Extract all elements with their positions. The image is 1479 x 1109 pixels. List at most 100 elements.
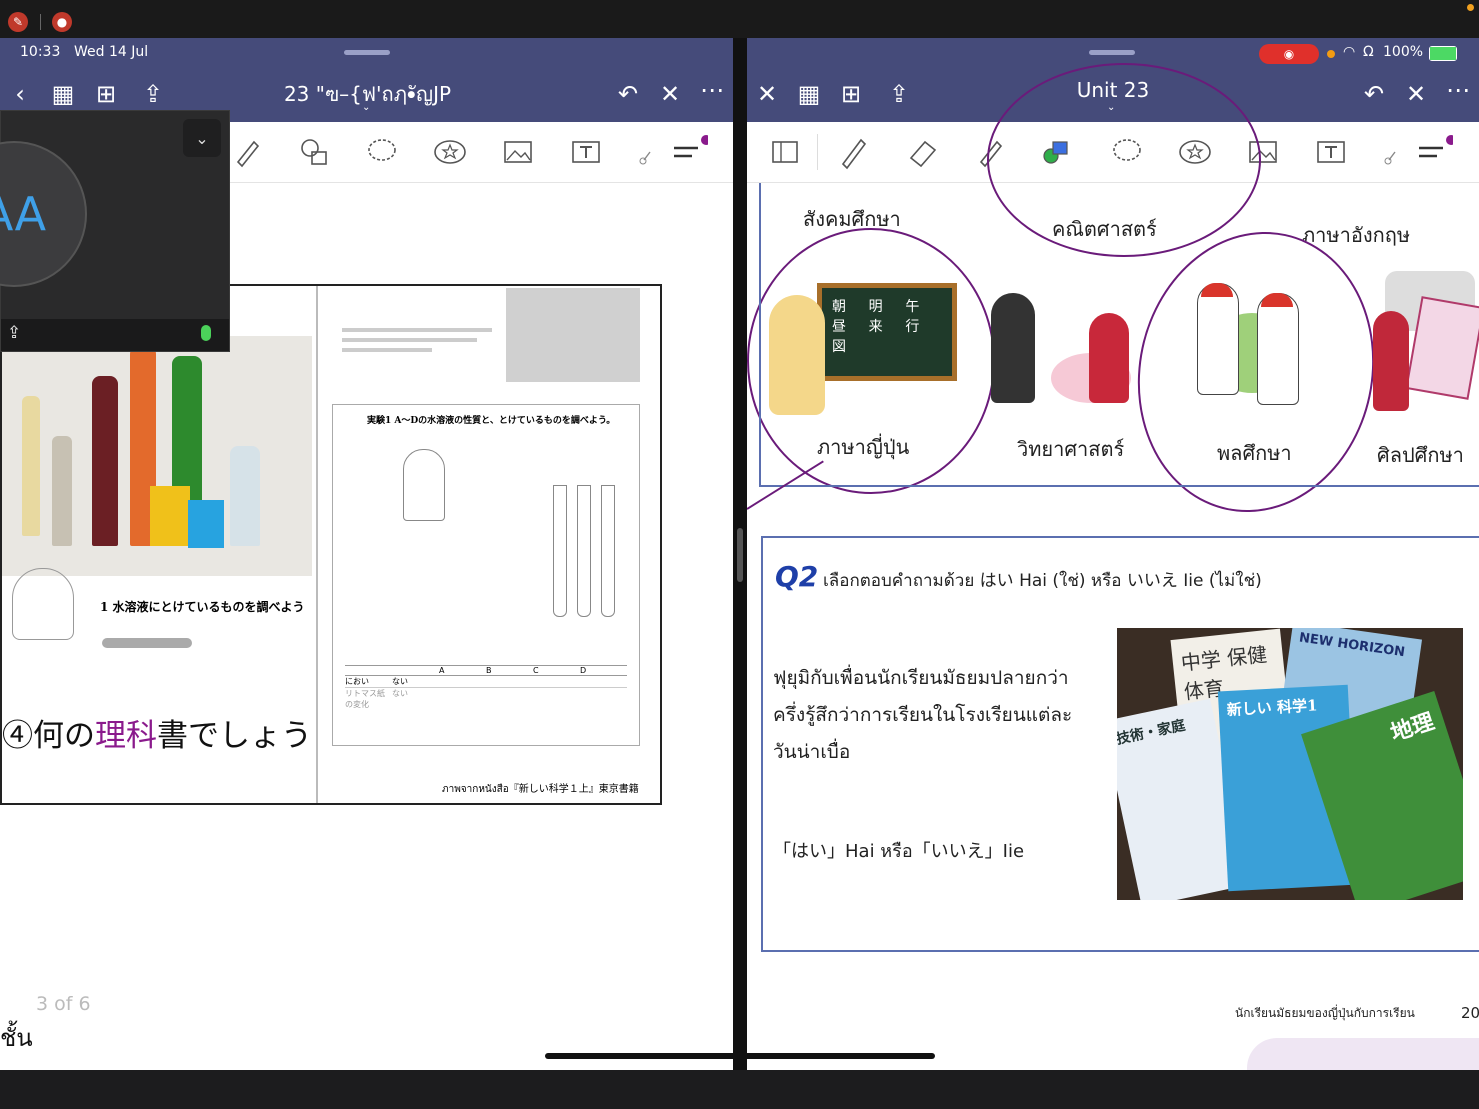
statement-line: ครึ่งรู้สึกว่าการเรียนในโรงเรียนแต่ละ bbox=[773, 704, 1073, 726]
table-header: A bbox=[439, 666, 445, 675]
close-icon[interactable]: ✕ bbox=[655, 82, 685, 106]
chevron-down-icon[interactable]: ⌄ bbox=[183, 119, 221, 157]
bottles-photo bbox=[2, 336, 312, 576]
lasso-icon[interactable] bbox=[364, 134, 400, 170]
text-tool-icon[interactable] bbox=[568, 134, 604, 170]
headphones-icon: Ω bbox=[1363, 44, 1374, 60]
section-border bbox=[759, 485, 1479, 487]
laser-pointer-icon[interactable] bbox=[1375, 134, 1411, 170]
text-tool-icon[interactable] bbox=[1313, 134, 1349, 170]
subject-label: คณิตศาสตร์ bbox=[1052, 217, 1157, 241]
table-cell: におい bbox=[345, 677, 369, 686]
table-header: D bbox=[580, 666, 587, 675]
test-tube-illustration bbox=[577, 485, 591, 617]
share-icon[interactable]: ⇪ bbox=[7, 323, 21, 343]
system-top-bar: ✎ ● bbox=[0, 0, 1479, 38]
table-header: C bbox=[533, 666, 539, 675]
chevron-down-icon[interactable]: ⌄ bbox=[362, 102, 370, 113]
image-icon[interactable] bbox=[500, 134, 536, 170]
handwritten-annotation: ④何の理科書でしょう bbox=[2, 710, 312, 755]
subject-label: ภาษาญี่ปุ่น bbox=[817, 435, 910, 459]
source-caption: ภาพจากหนังสือ『新しい科学１上』東京書籍 bbox=[442, 784, 639, 795]
experiment-box: 実験1 A〜Dの水溶液の性質と、とけているものを調べよう。 A B C D にお… bbox=[332, 404, 640, 746]
page-footer: นักเรียนมัธยมของญี่ปุ่นกับการเรียน bbox=[1235, 1006, 1415, 1020]
divider bbox=[40, 14, 41, 30]
kanji: 行 bbox=[905, 319, 920, 335]
question-statement: ฟุยุมิกับเพื่อนนักเรียนมัธยมปลายกว่า ครึ… bbox=[773, 660, 1072, 771]
status-time: 10:33 bbox=[20, 44, 61, 60]
blackboard-illustration: 朝 明 午 昼 来 行 図 bbox=[817, 283, 957, 381]
undo-icon[interactable]: ↶ bbox=[613, 82, 643, 106]
status-date: Wed 14 Jul bbox=[74, 44, 149, 60]
kanji: 昼 bbox=[832, 319, 846, 335]
answer-prompt: 「はい」Hai หรือ「いいえ」Iie bbox=[773, 841, 1025, 862]
sticker-icon[interactable] bbox=[432, 134, 468, 170]
page-counter: 3 of 6 bbox=[36, 993, 91, 1015]
toolbar-divider bbox=[817, 134, 818, 170]
table-cell: リトマス紙の変化 bbox=[345, 689, 385, 709]
table-cell: ない bbox=[392, 689, 408, 698]
add-page-icon[interactable]: ⊞ bbox=[836, 82, 866, 106]
shapes-icon[interactable] bbox=[296, 134, 332, 170]
video-controls: ⇪ bbox=[1, 319, 229, 351]
science-illustration bbox=[991, 293, 1141, 413]
battery-percent: 100% bbox=[1383, 44, 1424, 60]
student-illustration bbox=[403, 449, 445, 521]
grid-icon[interactable]: ▦ bbox=[794, 82, 824, 106]
table-cell: ない bbox=[392, 677, 408, 686]
test-tube-illustration bbox=[553, 485, 567, 617]
annotation-suffix: 書でしょう bbox=[157, 718, 312, 754]
kanji: 図 bbox=[832, 339, 846, 355]
subject-label: ภาษาอังกฤษ bbox=[1302, 223, 1411, 247]
video-call-overlay[interactable]: AA ⌄ ⇪ bbox=[0, 110, 230, 352]
subject-label: ศิลปศึกษา bbox=[1377, 443, 1464, 467]
close-icon[interactable]: ✕ bbox=[752, 82, 782, 106]
keyword-tag bbox=[102, 638, 192, 648]
share-icon[interactable]: ⇪ bbox=[138, 82, 168, 106]
grid-icon[interactable]: ▦ bbox=[48, 82, 78, 106]
decorative-strip bbox=[1247, 1038, 1479, 1070]
q2-section: Q2 เลือกตอบคำถามด้วย はい Hai (ใช่) หรือ い… bbox=[761, 536, 1479, 952]
section-border bbox=[759, 183, 761, 487]
right-pane: ◉ ◠ Ω 100% ✕ ▦ ⊞ ⇪ Unit 23 ⌄ ↶ ✕ ⋯ สังคม… bbox=[747, 38, 1479, 1070]
pen-settings-icon[interactable] bbox=[672, 134, 708, 170]
multitask-grabber[interactable] bbox=[1089, 50, 1135, 55]
back-icon[interactable]: ‹ bbox=[5, 82, 35, 106]
page-layout-icon[interactable] bbox=[767, 134, 803, 170]
question-label: Q2 bbox=[775, 560, 819, 593]
mic-indicator-icon bbox=[1467, 4, 1474, 11]
undo-icon[interactable]: ↶ bbox=[1359, 82, 1389, 106]
kanji: 来 bbox=[868, 319, 883, 335]
eraser-icon[interactable] bbox=[905, 134, 941, 170]
laser-pointer-icon[interactable] bbox=[630, 134, 666, 170]
kanji: 午 bbox=[905, 299, 920, 315]
kanji: 朝 bbox=[832, 299, 846, 315]
more-icon[interactable]: ⋯ bbox=[1443, 78, 1473, 102]
close-icon[interactable]: ✕ bbox=[1401, 82, 1431, 106]
system-bottom-bar bbox=[0, 1070, 1479, 1109]
pen-icon[interactable] bbox=[835, 134, 871, 170]
microphone-icon[interactable] bbox=[201, 325, 211, 341]
screen-record-icon[interactable]: ✎ bbox=[8, 12, 28, 32]
share-icon[interactable]: ⇪ bbox=[884, 82, 914, 106]
add-page-icon[interactable]: ⊞ bbox=[91, 82, 121, 106]
results-table: A B C D におい ない リトマス紙の変化 ない bbox=[345, 665, 627, 709]
test-tube-illustration bbox=[601, 485, 615, 617]
intro-text-block bbox=[342, 322, 492, 372]
left-pane: 10:33 Wed 14 Jul ‹ ▦ ⊞ ⇪ 23 "ฃ–{ฟ'ถฦ•ัญJ… bbox=[0, 38, 733, 1070]
page-gutter bbox=[316, 286, 318, 803]
split-handle[interactable] bbox=[737, 528, 743, 582]
test-tubes-photo bbox=[506, 288, 640, 382]
table-header: B bbox=[486, 666, 492, 675]
record-icon[interactable]: ● bbox=[52, 12, 72, 32]
statement-line: วันน่าเบื่อ bbox=[773, 741, 851, 763]
teacher-illustration bbox=[12, 568, 74, 640]
highlighter-icon[interactable] bbox=[230, 134, 266, 170]
home-indicator[interactable] bbox=[545, 1053, 935, 1059]
recording-indicator-icon[interactable]: ◉ bbox=[1259, 44, 1319, 64]
handwritten-text: ชั้น bbox=[0, 1024, 33, 1052]
annotation-prefix: ④何の bbox=[2, 718, 95, 754]
pen-settings-icon[interactable] bbox=[1417, 134, 1453, 170]
multitask-grabber[interactable] bbox=[344, 50, 390, 55]
more-icon[interactable]: ⋯ bbox=[697, 78, 727, 102]
